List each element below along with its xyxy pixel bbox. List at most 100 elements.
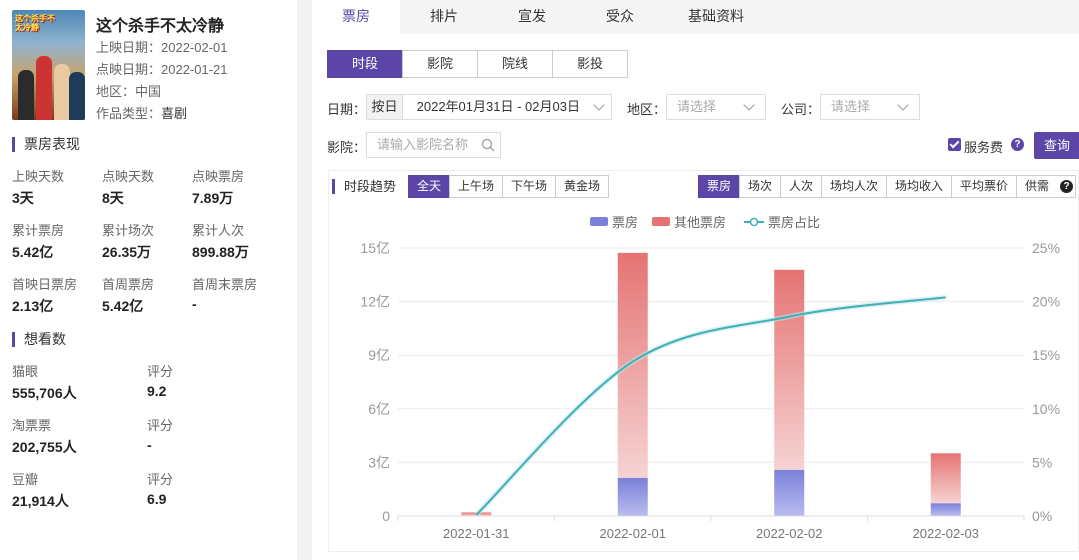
score-label: 评分 [147, 364, 174, 379]
y-tick-label: 9亿 [368, 347, 390, 363]
performance-title: 票房表现 [12, 137, 80, 152]
genre: 作品类型：喜剧 [96, 103, 187, 122]
line-share [475, 296, 946, 516]
tab-schedule[interactable]: 排片 [400, 0, 488, 34]
bar-boxoffice [930, 503, 961, 516]
genre-label: 作品类型： [96, 106, 162, 121]
chart-line [474, 294, 947, 517]
stat-label: 上映天数 [12, 169, 65, 184]
service-fee-checkbox[interactable] [948, 138, 961, 151]
query-button[interactable]: 查询 [1034, 132, 1079, 159]
help-icon[interactable]: ? [1011, 138, 1024, 151]
stat-label: 累计人次 [192, 223, 245, 238]
company-select[interactable]: 请选择 [820, 94, 920, 120]
bar-boxoffice [774, 469, 805, 516]
chevron-down-icon [593, 99, 605, 111]
platform-label: 淘票票 [12, 418, 52, 433]
y2-tick-label: 5% [1032, 454, 1052, 470]
genre-value: 喜剧 [161, 106, 188, 121]
region-placeholder: 请选择 [677, 99, 717, 114]
y-tick-label: 12亿 [360, 294, 390, 310]
date-label: 日期： [327, 102, 367, 117]
tab-basic-info[interactable]: 基础资料 [664, 0, 768, 34]
movie-poster[interactable]: 这个杀手不太冷静 [12, 10, 85, 120]
company-placeholder: 请选择 [831, 99, 871, 114]
stat-value: 5.42亿 [12, 244, 54, 260]
tab-boxoffice[interactable]: 票房 [312, 0, 400, 34]
stat-label: 点映票房 [192, 169, 245, 184]
score-value: - [147, 437, 152, 453]
y-tick-label: 0 [382, 508, 390, 524]
cinema-search-input[interactable]: 请输入影院名称 [366, 132, 501, 158]
chart-bars [461, 252, 961, 516]
chevron-down-icon [743, 99, 755, 111]
preview-date: 点映日期：2022-01-21 [96, 62, 228, 77]
want-title: 想看数 [12, 332, 66, 347]
stat-value: 5.42亿 [102, 298, 144, 314]
x-tick-label: 2022-02-01 [600, 526, 667, 541]
bar-other-boxoffice [617, 252, 648, 478]
period-prime[interactable]: 黄金场 [555, 175, 609, 198]
seg-cinema[interactable]: 影院 [402, 50, 478, 78]
metric-admissions[interactable]: 人次 [780, 175, 822, 198]
y2-tick-label: 0% [1032, 508, 1052, 524]
region-select[interactable]: 请选择 [666, 94, 766, 120]
stat-value: 8天 [102, 190, 124, 206]
want-count: 202,755人 [12, 439, 77, 455]
poster-title: 这个杀手不太冷静 [15, 14, 55, 32]
service-fee-label: 服务费 [964, 140, 1004, 155]
metric-avg-price[interactable]: 平均票价 [951, 175, 1017, 198]
region-label: 地区： [627, 102, 667, 117]
supply-demand-label: 供需 [1025, 179, 1050, 193]
chevron-down-icon [897, 99, 909, 111]
metric-supply-demand[interactable]: 供需 ? [1016, 175, 1076, 198]
stat-label: 首周票房 [102, 277, 155, 292]
stat-value: 2.13亿 [12, 298, 54, 314]
legend-swatch-marker [749, 217, 759, 227]
stat-value: 899.88万 [192, 244, 249, 260]
metric-boxoffice[interactable]: 票房 [698, 175, 740, 198]
bar-other-boxoffice [930, 453, 961, 504]
stat-label: 累计场次 [102, 223, 155, 238]
period-morning[interactable]: 上午场 [449, 175, 503, 198]
platform-label: 猫眼 [12, 364, 39, 379]
stat-value: 26.35万 [102, 244, 152, 260]
metric-avg-revenue[interactable]: 场均收入 [886, 175, 952, 198]
y2-tick-label: 25% [1032, 240, 1060, 256]
stat-value: - [192, 296, 197, 312]
score-label: 评分 [147, 472, 174, 487]
chart-gridlines [398, 247, 1024, 463]
platform-label: 豆瓣 [12, 472, 39, 487]
seg-circuit[interactable]: 院线 [477, 50, 553, 78]
period-afternoon[interactable]: 下午场 [502, 175, 556, 198]
seg-investor[interactable]: 影投 [552, 50, 628, 78]
trend-title: 时段趋势 [332, 179, 396, 194]
bar-other-boxoffice [774, 269, 805, 470]
tab-promotion[interactable]: 宣发 [488, 0, 576, 34]
tab-audience[interactable]: 受众 [576, 0, 664, 34]
date-picker[interactable]: 按日 2022年01月31日 - 02月03日 [366, 94, 612, 120]
company-label: 公司： [781, 102, 821, 117]
date-range: 2022年01月31日 - 02月03日 [416, 99, 580, 114]
cinema-placeholder: 请输入影院名称 [377, 137, 469, 152]
y2-tick-label: 10% [1032, 401, 1060, 417]
date-mode[interactable]: 按日 [367, 95, 403, 119]
y2-tick-label: 20% [1032, 294, 1060, 310]
region: 地区：中国 [96, 84, 162, 99]
stat-label: 首周末票房 [192, 277, 258, 292]
metric-avg-admissions[interactable]: 场均人次 [821, 175, 887, 198]
score-value: 9.2 [147, 383, 167, 399]
period-allday[interactable]: 全天 [408, 175, 450, 198]
stat-value: 3天 [12, 190, 34, 206]
want-count: 555,706人 [12, 385, 77, 401]
score-label: 评分 [147, 418, 174, 433]
y-tick-label: 3亿 [368, 454, 390, 470]
stat-value: 7.89万 [192, 190, 234, 206]
main-panel: 票房 排片 宣发 受众 基础资料 时段 影院 院线 影投 日期： 按日 2022… [312, 0, 1079, 560]
seg-period[interactable]: 时段 [327, 50, 403, 78]
stat-label: 首映日票房 [12, 277, 78, 292]
metric-shows[interactable]: 场次 [739, 175, 781, 198]
bar-boxoffice [617, 477, 648, 516]
y2-tick-label: 15% [1032, 347, 1060, 363]
legend-swatch-other [652, 217, 670, 226]
